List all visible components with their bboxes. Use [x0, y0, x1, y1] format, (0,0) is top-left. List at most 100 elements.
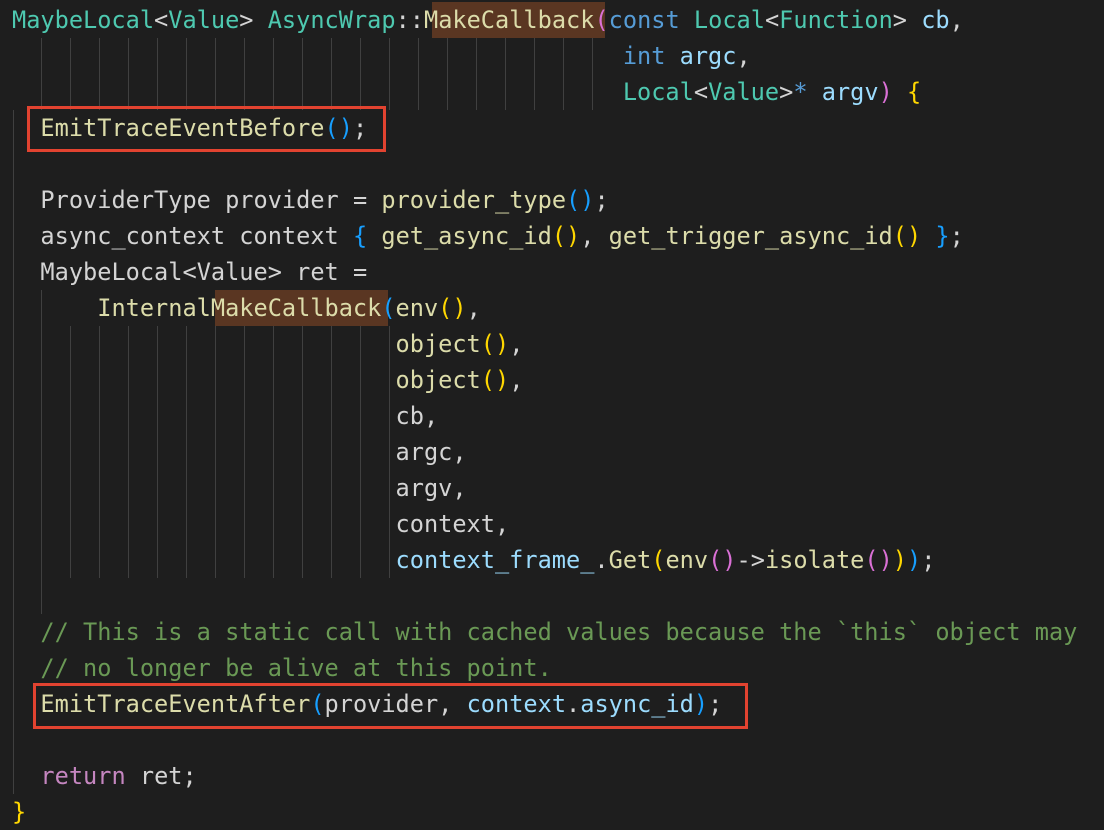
- code-token: Value: [196, 258, 268, 286]
- code-token: ): [907, 546, 922, 574]
- code-token: ;: [182, 762, 197, 790]
- code-token: ,: [949, 6, 964, 34]
- code-line[interactable]: }: [12, 794, 26, 830]
- annotation-box-before: [27, 106, 386, 152]
- code-line[interactable]: MaybeLocal<Value> AsyncWrap::MakeCallbac…: [12, 2, 964, 38]
- code-token: // no longer be alive at this point.: [40, 654, 552, 682]
- code-token: }: [921, 222, 950, 250]
- code-token: context: [395, 510, 495, 538]
- code-token: {: [352, 222, 382, 250]
- code-token: // This is a static call with cached val…: [40, 618, 1078, 646]
- code-token: ;: [594, 186, 609, 214]
- code-token: <: [182, 258, 197, 286]
- code-line[interactable]: int argc,: [12, 38, 751, 74]
- code-line[interactable]: Local<Value>* argv) {: [12, 74, 921, 110]
- code-token: AsyncWrap: [267, 6, 396, 34]
- code-token: .: [594, 546, 609, 574]
- code-token: ,: [494, 510, 510, 538]
- annotation-box-after: [33, 683, 748, 729]
- code-line[interactable]: argc,: [12, 434, 467, 470]
- code-line[interactable]: MaybeLocal<Value> ret =: [12, 254, 367, 290]
- code-token: get_async_id: [381, 222, 552, 250]
- code-token: Local: [693, 6, 765, 34]
- code-token: ,: [736, 42, 751, 70]
- code-token: {: [906, 78, 922, 106]
- code-token: (: [594, 6, 609, 34]
- code-token: cb: [921, 6, 950, 34]
- code-token: ,: [452, 438, 467, 466]
- code-line[interactable]: // no longer be alive at this point.: [12, 650, 552, 686]
- code-line[interactable]: cb,: [12, 398, 439, 434]
- code-token: ->: [736, 546, 765, 574]
- code-token: (: [381, 294, 396, 322]
- code-token: int: [622, 42, 680, 70]
- code-token: Value: [708, 78, 780, 106]
- code-token: Local: [622, 78, 694, 106]
- code-token: >: [267, 258, 297, 286]
- code-line[interactable]: return ret;: [12, 758, 197, 794]
- code-token: ,: [466, 294, 481, 322]
- code-line[interactable]: // This is a static call with cached val…: [12, 614, 1077, 650]
- code-token: Function: [779, 6, 893, 34]
- code-line[interactable]: argv,: [12, 470, 467, 506]
- code-token: provider_type: [381, 186, 567, 214]
- code-token: (): [551, 222, 581, 250]
- code-token: isolate: [764, 546, 865, 574]
- code-token: =: [352, 186, 382, 214]
- code-line[interactable]: context_frame_.Get(env()->isolate()));: [12, 542, 936, 578]
- code-line[interactable]: ProviderType provider = provider_type();: [12, 182, 609, 218]
- code-token: get_trigger_async_id: [608, 222, 893, 250]
- code-token: env: [665, 546, 709, 574]
- code-token: async_context: [40, 222, 240, 250]
- code-token: MaybeLocal: [40, 258, 183, 286]
- code-token: ,: [509, 330, 524, 358]
- code-token: ,: [580, 222, 609, 250]
- code-line[interactable]: context,: [12, 506, 510, 542]
- code-token: return: [40, 762, 140, 790]
- code-token: MaybeLocal: [12, 6, 155, 34]
- code-token: ,: [452, 474, 467, 502]
- code-token: ): [878, 78, 907, 106]
- code-token: (): [480, 366, 510, 394]
- code-token: ,: [509, 366, 524, 394]
- code-token: cb: [395, 402, 424, 430]
- code-token: ;: [921, 546, 936, 574]
- code-token: <: [693, 78, 709, 106]
- code-token: object: [395, 366, 481, 394]
- code-token: argc: [395, 438, 453, 466]
- code-token: (): [480, 330, 510, 358]
- code-token: provider: [225, 186, 353, 214]
- code-line[interactable]: async_context context { get_async_id(), …: [12, 218, 964, 254]
- code-token: >: [239, 6, 268, 34]
- code-token: Get: [608, 546, 652, 574]
- code-token: ,: [423, 402, 439, 430]
- code-line[interactable]: object(),: [12, 362, 524, 398]
- code-token: }: [12, 798, 27, 826]
- code-token: argc: [679, 42, 737, 70]
- code-token: ::: [395, 6, 424, 34]
- code-token: argv: [395, 474, 453, 502]
- code-line[interactable]: object(),: [12, 326, 524, 362]
- code-token: ret: [139, 762, 183, 790]
- code-token: MakeCallback: [423, 6, 595, 34]
- code-token: const: [608, 6, 694, 34]
- code-token: ;: [949, 222, 964, 250]
- code-token: *: [793, 78, 822, 106]
- code-editor[interactable]: MaybeLocal<Value> AsyncWrap::MakeCallbac…: [0, 0, 1104, 830]
- code-token: =: [352, 258, 368, 286]
- code-line[interactable]: InternalMakeCallback(env(),: [12, 290, 481, 326]
- code-token: (): [438, 294, 467, 322]
